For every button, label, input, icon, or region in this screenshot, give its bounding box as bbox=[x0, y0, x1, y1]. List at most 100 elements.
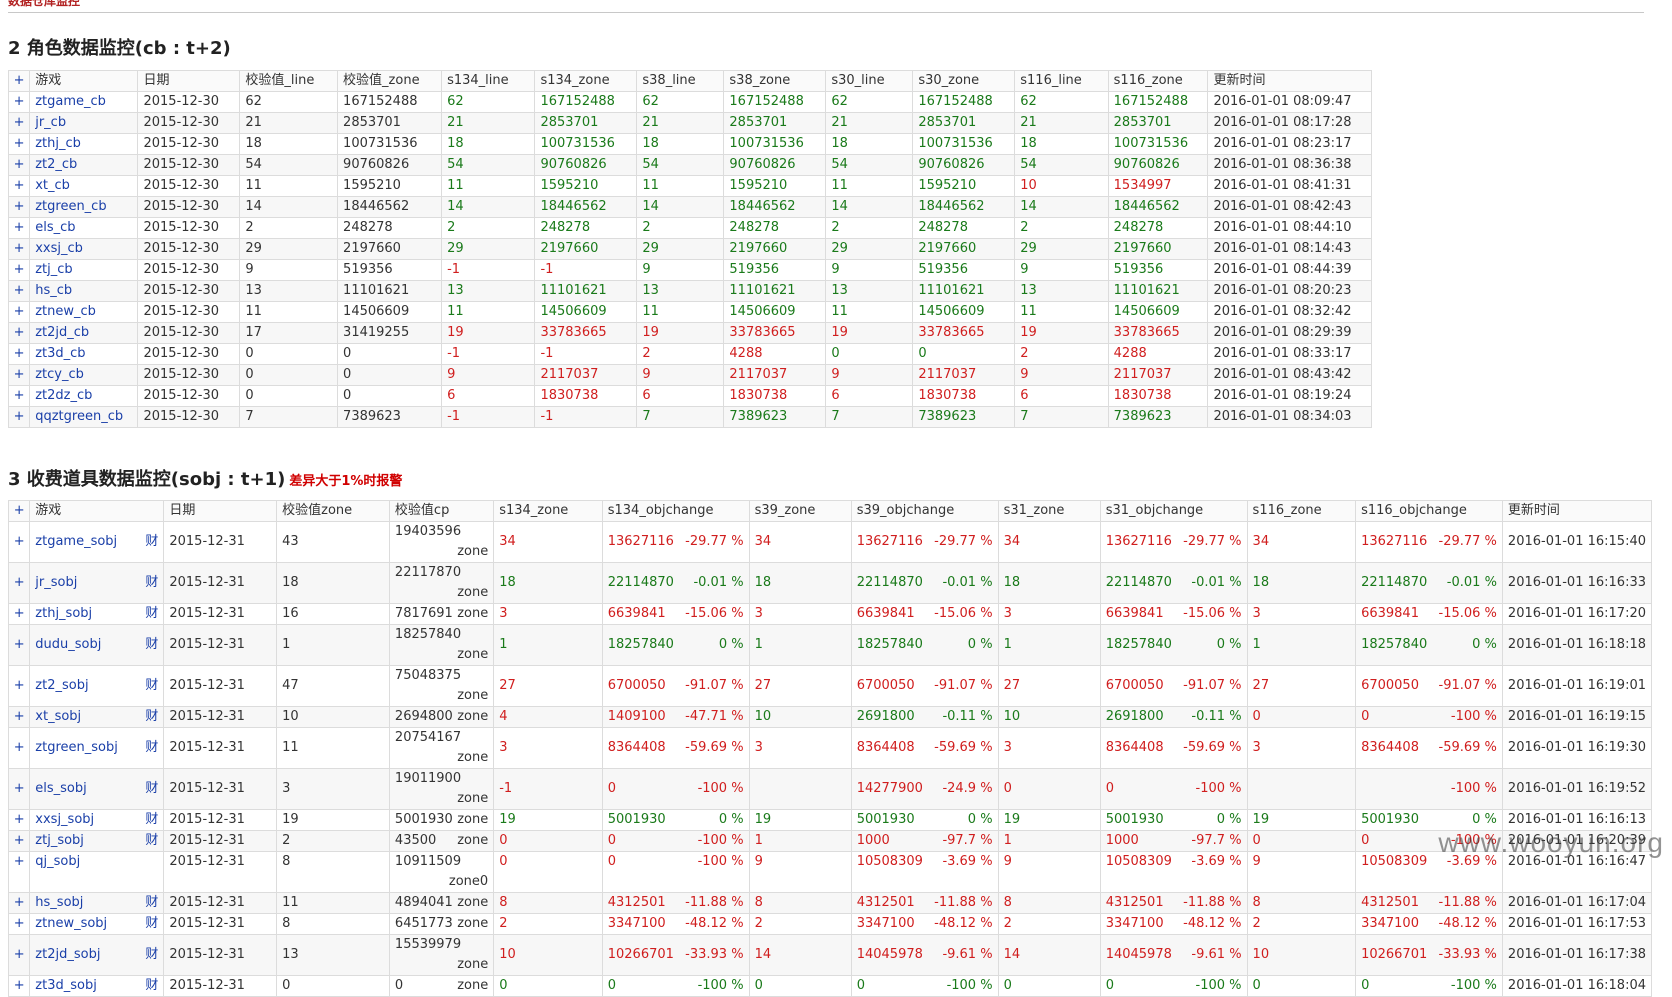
finance-link[interactable]: 财 bbox=[145, 977, 158, 996]
table-cell: 21 bbox=[441, 112, 536, 134]
expand-row-button[interactable]: + bbox=[7, 133, 31, 155]
zone-check-cell: 0 bbox=[276, 975, 390, 997]
server-zone-cell: 2 bbox=[1246, 913, 1357, 935]
expand-row-button[interactable]: + bbox=[7, 768, 31, 810]
finance-link[interactable]: 财 bbox=[145, 605, 158, 624]
expand-row-button[interactable]: + bbox=[7, 665, 31, 707]
expand-all-header[interactable]: + bbox=[7, 70, 31, 92]
expand-row-button[interactable]: + bbox=[7, 91, 31, 113]
game-name-link[interactable]: zthj_sobj bbox=[35, 606, 92, 621]
expand-row-button[interactable]: + bbox=[7, 322, 31, 344]
expand-row-button[interactable]: + bbox=[7, 301, 31, 323]
expand-row-button[interactable]: + bbox=[7, 112, 31, 134]
column-header: s30_line bbox=[825, 70, 914, 92]
game-name-link[interactable]: xt_cb bbox=[29, 175, 139, 197]
table-cell: 7 bbox=[636, 406, 725, 428]
expand-row-button[interactable]: + bbox=[7, 196, 31, 218]
table-cell: 2015-12-30 bbox=[137, 196, 241, 218]
game-name-link[interactable]: els_sobj bbox=[35, 781, 86, 796]
expand-row-button[interactable]: + bbox=[7, 521, 31, 563]
game-name-link[interactable]: xxsj_sobj bbox=[35, 812, 94, 827]
game-name-link[interactable]: zt2jd_cb bbox=[29, 322, 139, 344]
expand-row-button[interactable]: + bbox=[7, 217, 31, 239]
expand-row-button[interactable]: + bbox=[7, 343, 31, 365]
game-name-link[interactable]: ztgreen_sobj bbox=[35, 740, 118, 755]
game-name-link[interactable]: ztj_cb bbox=[29, 259, 139, 281]
cp-check-cell: 10911509 zone0 bbox=[388, 851, 495, 893]
game-name-link[interactable]: zt2dz_cb bbox=[29, 385, 139, 407]
game-name-link[interactable]: ztcy_cb bbox=[29, 364, 139, 386]
expand-row-button[interactable]: + bbox=[7, 851, 31, 893]
objchange-cell: 8364408 -59.69 % bbox=[1355, 727, 1503, 769]
finance-link[interactable]: 财 bbox=[145, 532, 158, 552]
game-name-link[interactable]: hs_sobj bbox=[35, 895, 83, 910]
expand-row-button[interactable]: + bbox=[7, 624, 31, 666]
game-name-link[interactable]: zt2_sobj bbox=[35, 678, 88, 693]
expand-all-header[interactable]: + bbox=[7, 500, 31, 522]
expand-row-button[interactable]: + bbox=[7, 706, 31, 728]
expand-row-button[interactable]: + bbox=[7, 975, 31, 997]
game-name-link[interactable]: qqztgreen_cb bbox=[29, 406, 139, 428]
expand-row-button[interactable]: + bbox=[7, 892, 31, 914]
game-name-link[interactable]: qj_sobj bbox=[35, 854, 80, 869]
table-cell: 14506609 bbox=[534, 301, 638, 323]
table-cell: 11 bbox=[239, 301, 339, 323]
expand-row-button[interactable]: + bbox=[7, 727, 31, 769]
finance-link[interactable]: 财 bbox=[145, 811, 158, 830]
cp-check-cell: 43500 zone bbox=[388, 830, 495, 852]
expand-row-button[interactable]: + bbox=[7, 259, 31, 281]
objchange-cell: 4312501 -11.88 % bbox=[1099, 892, 1248, 914]
game-name-link[interactable]: ztgreen_cb bbox=[29, 196, 139, 218]
game-name-link[interactable]: dudu_sobj bbox=[35, 637, 101, 652]
table-cell: 2016-01-01 08:17:28 bbox=[1207, 112, 1372, 134]
game-name-link[interactable]: ztnew_sobj bbox=[35, 916, 107, 931]
table-cell: 7 bbox=[825, 406, 914, 428]
expand-row-button[interactable]: + bbox=[7, 364, 31, 386]
game-name-link[interactable]: jr_sobj bbox=[35, 575, 77, 590]
expand-row-button[interactable]: + bbox=[7, 830, 31, 852]
expand-row-button[interactable]: + bbox=[7, 913, 31, 935]
section-2-title: 2 角色数据监控(cb : t+2) bbox=[8, 38, 231, 60]
game-name-link[interactable]: ztnew_cb bbox=[29, 301, 139, 323]
game-name-link[interactable]: ztgame_sobj bbox=[35, 534, 117, 549]
finance-link[interactable]: 财 bbox=[145, 676, 158, 696]
expand-row-button[interactable]: + bbox=[7, 603, 31, 625]
finance-link[interactable]: 财 bbox=[145, 894, 158, 913]
game-name-link[interactable]: jr_cb bbox=[29, 112, 139, 134]
table-cell: 2117037 bbox=[912, 364, 1016, 386]
game-name-link[interactable]: xxsj_cb bbox=[29, 238, 139, 260]
game-name-link[interactable]: els_cb bbox=[29, 217, 139, 239]
finance-link[interactable]: 财 bbox=[145, 708, 158, 727]
finance-link[interactable]: 财 bbox=[145, 738, 158, 758]
table-cell: 11 bbox=[239, 175, 339, 197]
expand-row-button[interactable]: + bbox=[7, 175, 31, 197]
table-cell: 248278 bbox=[912, 217, 1016, 239]
game-name-link[interactable]: zt2jd_sobj bbox=[35, 947, 100, 962]
game-name-link[interactable]: zthj_cb bbox=[29, 133, 139, 155]
game-name-link[interactable]: ztgame_cb bbox=[29, 91, 139, 113]
game-name-link[interactable]: hs_cb bbox=[29, 280, 139, 302]
objchange-value: 6639841 bbox=[607, 606, 666, 621]
game-name-link[interactable]: zt3d_sobj bbox=[35, 978, 97, 993]
expand-row-button[interactable]: + bbox=[7, 385, 31, 407]
expand-row-button[interactable]: + bbox=[7, 809, 31, 831]
game-name-link[interactable]: zt3d_cb bbox=[29, 343, 139, 365]
expand-row-button[interactable]: + bbox=[7, 562, 31, 604]
expand-row-button[interactable]: + bbox=[7, 154, 31, 176]
finance-link[interactable]: 财 bbox=[145, 635, 158, 655]
finance-link[interactable]: 财 bbox=[145, 945, 158, 965]
finance-link[interactable]: 财 bbox=[145, 915, 158, 934]
table-cell: 1595210 bbox=[723, 175, 827, 197]
finance-link[interactable]: 财 bbox=[145, 779, 158, 799]
finance-link[interactable]: 财 bbox=[145, 832, 158, 851]
objchange-percent: -59.69 % bbox=[1183, 740, 1242, 755]
game-name-link[interactable]: xt_sobj bbox=[35, 709, 81, 724]
game-name-link[interactable]: ztj_sobj bbox=[35, 833, 84, 848]
finance-link[interactable]: 财 bbox=[145, 573, 158, 593]
expand-row-button[interactable]: + bbox=[7, 280, 31, 302]
expand-row-button[interactable]: + bbox=[7, 934, 31, 976]
game-name-link[interactable]: zt2_cb bbox=[29, 154, 139, 176]
expand-row-button[interactable]: + bbox=[7, 406, 31, 428]
table-cell: 54 bbox=[239, 154, 339, 176]
expand-row-button[interactable]: + bbox=[7, 238, 31, 260]
